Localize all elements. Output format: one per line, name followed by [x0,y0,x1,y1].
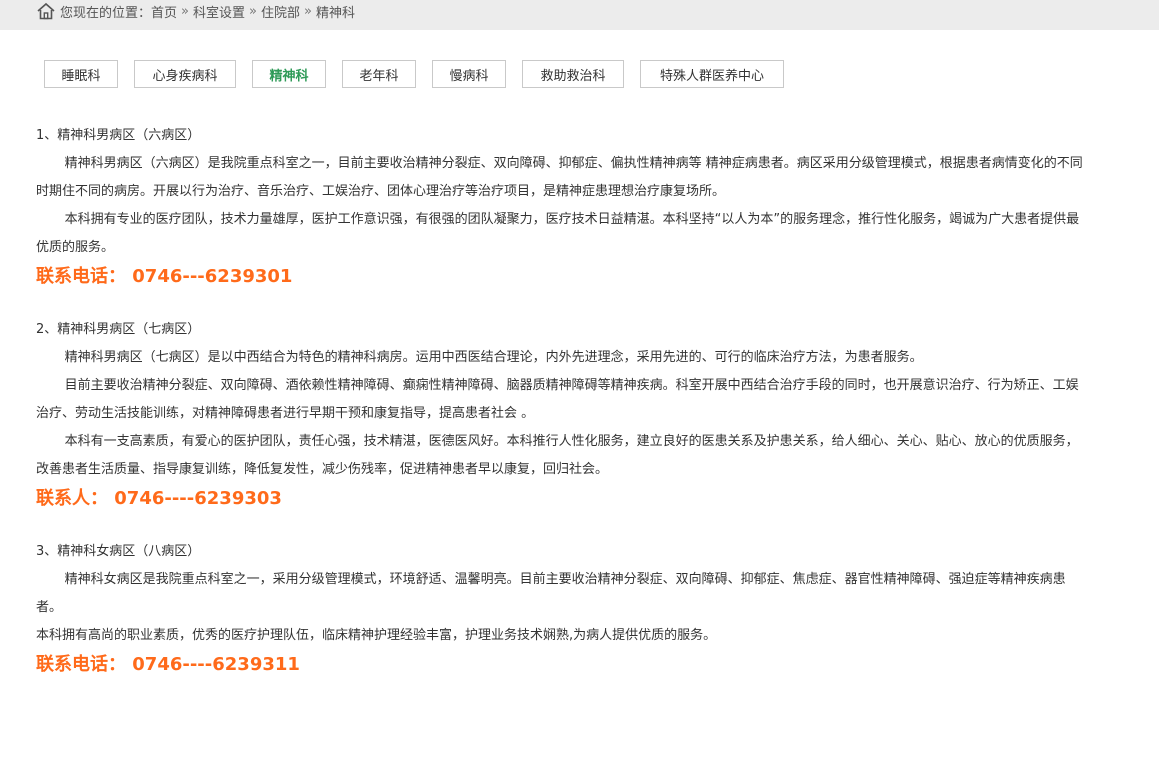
section-paragraph: 精神科男病区（七病区）是以中西结合为特色的精神科病房。运用中西医结合理论，内外先… [64,350,923,365]
contact-phone: 联系电话： 0746----6239311 [36,654,300,675]
breadcrumb-department-settings[interactable]: 科室设置 [193,2,245,21]
breadcrumb-current: 精神科 [315,5,355,21]
tab-psychosomatic[interactable]: 心身疾病科 [134,60,236,88]
section-title: 2、精神科男病区（七病区） [36,322,201,337]
section-paragraph: 本科有一支高素质，有爱心的医护团队，责任心强，技术精湛，医德医风好。本科推行人性… [36,434,1079,477]
ward-section: 2、精神科男病区（七病区） 精神科男病区（七病区）是以中西结合为特色的精神科病房… [36,316,1086,514]
home-icon [37,2,55,20]
department-content: 1、精神科男病区（六病区） 精神科男病区（六病区）是我院重点科室之一，目前主要收… [36,122,1086,680]
location-bar: 您现在的位置： 首页 » 科室设置 » 住院部 » 精神科 [0,0,1159,30]
section-paragraph: 本科拥有专业的医疗团队，技术力量雄厚，医护工作意识强，有很强的团队凝聚力，医疗技… [36,212,1080,255]
breadcrumb-prefix: 您现在的位置： [60,5,152,21]
breadcrumb-inpatient[interactable]: 住院部 [261,2,300,21]
tab-sleep[interactable]: 睡眠科 [44,60,118,88]
ward-section: 3、精神科女病区（八病区） 精神科女病区是我院重点科室之一，采用分级管理模式，环… [36,538,1086,680]
breadcrumb-separator: » [181,3,189,19]
tab-special-care-center[interactable]: 特殊人群医养中心 [640,60,784,88]
tab-chronic-disease[interactable]: 慢病科 [432,60,506,88]
contact-person: 联系人： 0746----6239303 [36,488,282,509]
breadcrumb-separator: » [249,3,257,19]
section-paragraph: 目前主要收治精神分裂症、双向障碍、酒依赖性精神障碍、癫痫性精神障碍、脑器质精神障… [36,378,1079,421]
section-paragraph: 本科拥有高尚的职业素质，优秀的医疗护理队伍，临床精神护理经验丰富，护理业务技术娴… [36,628,717,643]
section-paragraph: 精神科男病区（六病区）是我院重点科室之一，目前主要收治精神分裂症、双向障碍、抑郁… [36,156,1083,199]
breadcrumb-separator: » [304,3,312,19]
section-paragraph: 精神科女病区是我院重点科室之一，采用分级管理模式，环境舒适、温馨明亮。目前主要收… [36,572,1066,615]
breadcrumb-home[interactable]: 首页 [151,2,177,21]
ward-section: 1、精神科男病区（六病区） 精神科男病区（六病区）是我院重点科室之一，目前主要收… [36,122,1086,292]
tab-geriatrics[interactable]: 老年科 [342,60,416,88]
tab-relief-treatment[interactable]: 救助救治科 [522,60,624,88]
department-tabs: 睡眠科 心身疾病科 精神科 老年科 慢病科 救助救治科 特殊人群医养中心 [44,60,784,88]
section-title: 1、精神科男病区（六病区） [36,128,201,143]
breadcrumb: 您现在的位置： 首页 » 科室设置 » 住院部 » 精神科 [36,0,355,22]
section-title: 3、精神科女病区（八病区） [36,544,201,559]
tab-psychiatry[interactable]: 精神科 [252,60,326,88]
contact-phone: 联系电话： 0746---6239301 [36,266,293,287]
